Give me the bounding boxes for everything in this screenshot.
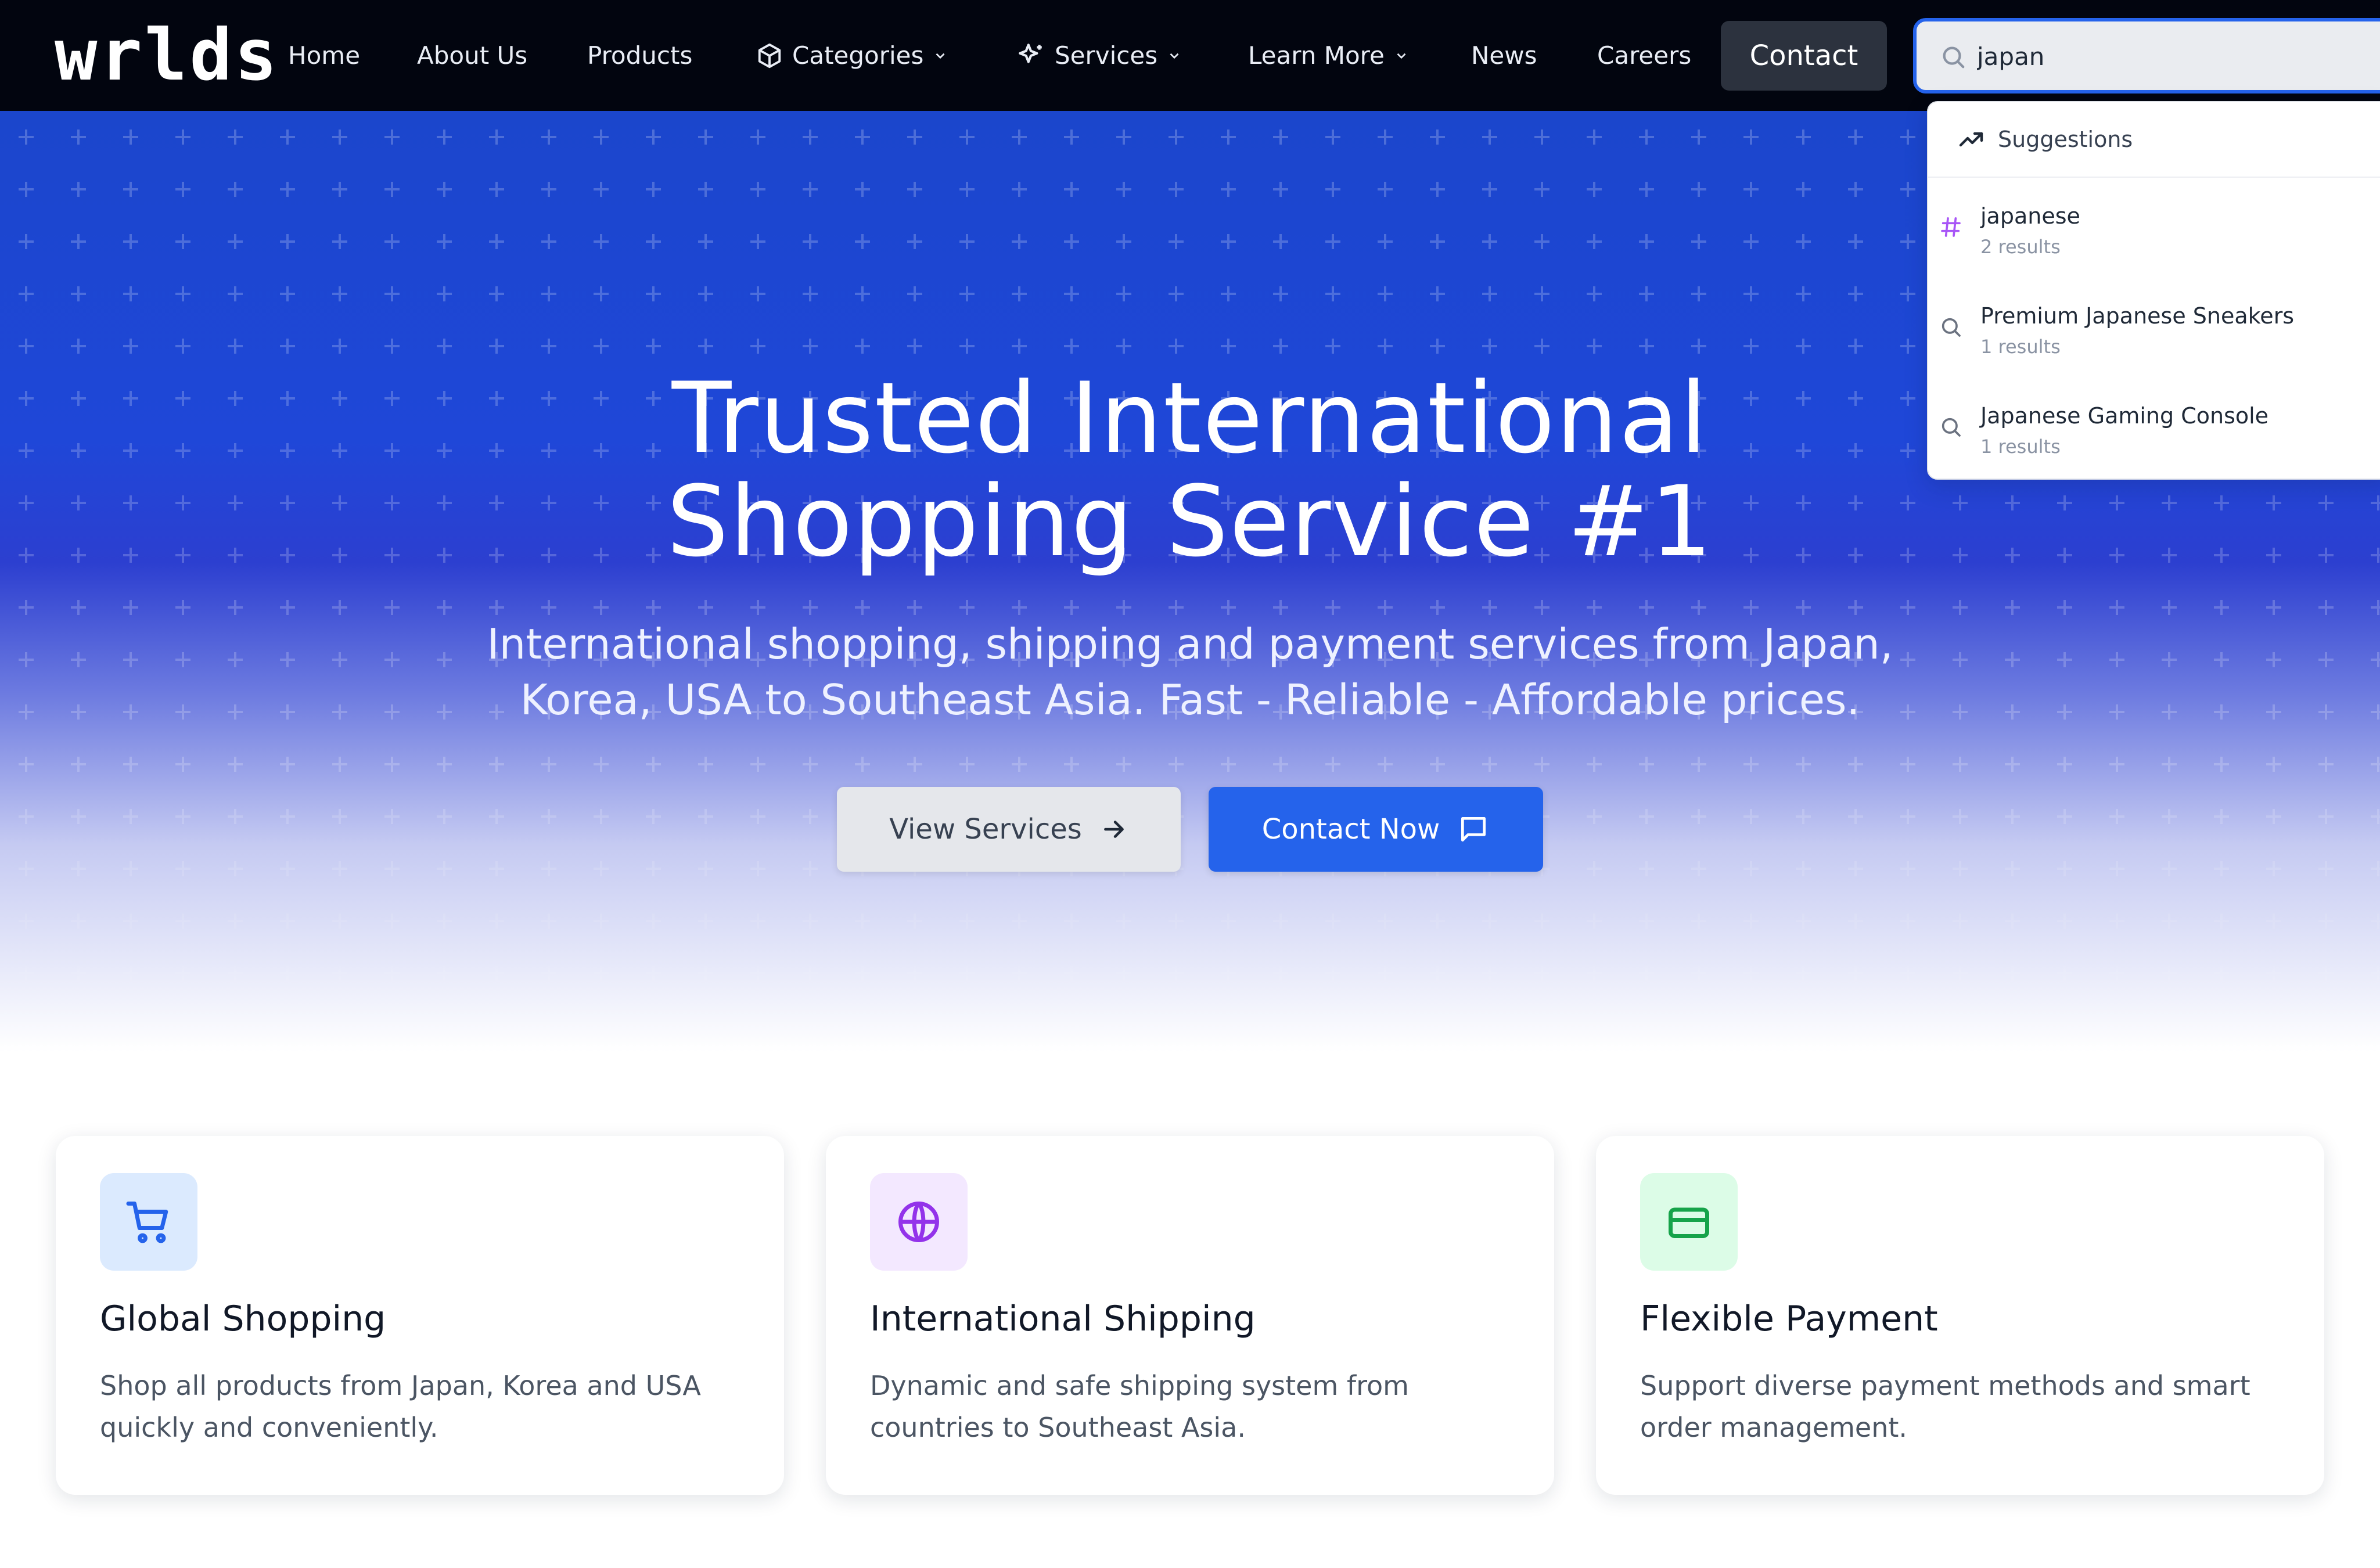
- suggestion-item[interactable]: Premium Japanese Sneakers 1 results: [1928, 289, 2380, 376]
- suggestion-item[interactable]: japanese 2 results: [1928, 189, 2380, 276]
- chevron-down-icon: [1170, 53, 1179, 59]
- nav-learn-more-label: Learn More: [1248, 41, 1385, 70]
- feature-card-flexible-payment: Flexible Payment Support diverse payment…: [1596, 1136, 2324, 1495]
- nav-careers[interactable]: Careers: [1597, 35, 1691, 77]
- search-icon: [1943, 46, 1965, 69]
- feature-card-global-shopping: Global Shopping Shop all products from J…: [56, 1136, 784, 1495]
- nav-about-us[interactable]: About Us: [417, 35, 527, 77]
- suggestions-header: Suggestions: [1928, 102, 2380, 178]
- feature-description: Support diverse payment methods and smar…: [1640, 1370, 2250, 1443]
- top-nav: wrlds Home About Us Products Categories …: [0, 0, 2380, 111]
- suggestions-title: Suggestions: [1998, 127, 2133, 152]
- hero-title-line2: Shopping Service #1: [666, 465, 1714, 578]
- trending-up-icon: [1959, 132, 1983, 147]
- suggestion-item[interactable]: Japanese Gaming Console 1 results: [1928, 389, 2380, 476]
- nav-products-label: Products: [587, 41, 693, 70]
- feature-title: Global Shopping: [100, 1299, 386, 1339]
- nav-categories-label: Categories: [792, 41, 924, 70]
- nav-services[interactable]: Services: [1016, 35, 1182, 77]
- contact-now-label: Contact Now: [1261, 813, 1440, 846]
- feature-description: Dynamic and safe shipping system from co…: [870, 1370, 1409, 1443]
- suggestion-title: Premium Japanese Sneakers: [1980, 303, 2295, 329]
- contact-button-label: Contact: [1749, 39, 1858, 72]
- nav-about-label: About Us: [417, 41, 528, 70]
- search-input[interactable]: [1977, 40, 2372, 73]
- search-icon: [1936, 412, 1965, 441]
- chevron-down-icon: [1397, 53, 1406, 59]
- suggestion-title: Japanese Gaming Console: [1980, 403, 2269, 429]
- feature-title: Flexible Payment: [1640, 1299, 1938, 1339]
- search-icon: [1936, 312, 1965, 341]
- suggestion-count: 2 results: [1980, 236, 2061, 258]
- feature-card-international-shipping: International Shipping Dynamic and safe …: [826, 1136, 1554, 1495]
- hero-subtitle: International shopping, shipping and pay…: [487, 620, 1893, 724]
- feature-description: Shop all products from Japan, Korea and …: [100, 1370, 701, 1443]
- nav-home[interactable]: Home: [288, 35, 360, 77]
- box-icon: [758, 43, 781, 69]
- nav-news[interactable]: News: [1471, 35, 1537, 77]
- view-services-button[interactable]: View Services: [837, 787, 1181, 872]
- nav-learn-more[interactable]: Learn More: [1248, 35, 1409, 77]
- search-suggestions-dropdown: Suggestions japanese 2 results Premium J…: [1927, 101, 2380, 480]
- globe-icon: [870, 1173, 968, 1271]
- contact-button[interactable]: Contact: [1721, 21, 1887, 91]
- nav-careers-label: Careers: [1597, 41, 1692, 70]
- nav-categories[interactable]: Categories: [756, 35, 948, 77]
- nav-home-label: Home: [288, 41, 361, 70]
- logo[interactable]: wrlds: [55, 17, 279, 93]
- suggestion-count: 1 results: [1980, 336, 2061, 358]
- sparkles-icon: [1019, 44, 1042, 63]
- contact-now-button[interactable]: Contact Now: [1209, 787, 1543, 872]
- suggestion-title: japanese: [1980, 203, 2080, 229]
- feature-title: International Shipping: [870, 1299, 1256, 1339]
- credit-card-icon: [1640, 1173, 1738, 1271]
- nav-products[interactable]: Products: [587, 35, 692, 77]
- hash-icon: [1936, 213, 1965, 242]
- suggestion-count: 1 results: [1980, 436, 2061, 458]
- nav-services-label: Services: [1055, 41, 1158, 70]
- chevron-down-icon: [936, 53, 945, 59]
- arrow-right-icon: [1103, 821, 1124, 838]
- view-services-label: View Services: [889, 813, 1082, 846]
- cart-icon: [100, 1173, 197, 1271]
- nav-news-label: News: [1471, 41, 1537, 70]
- search-box[interactable]: [1913, 18, 2380, 93]
- message-square-icon: [1461, 817, 1486, 841]
